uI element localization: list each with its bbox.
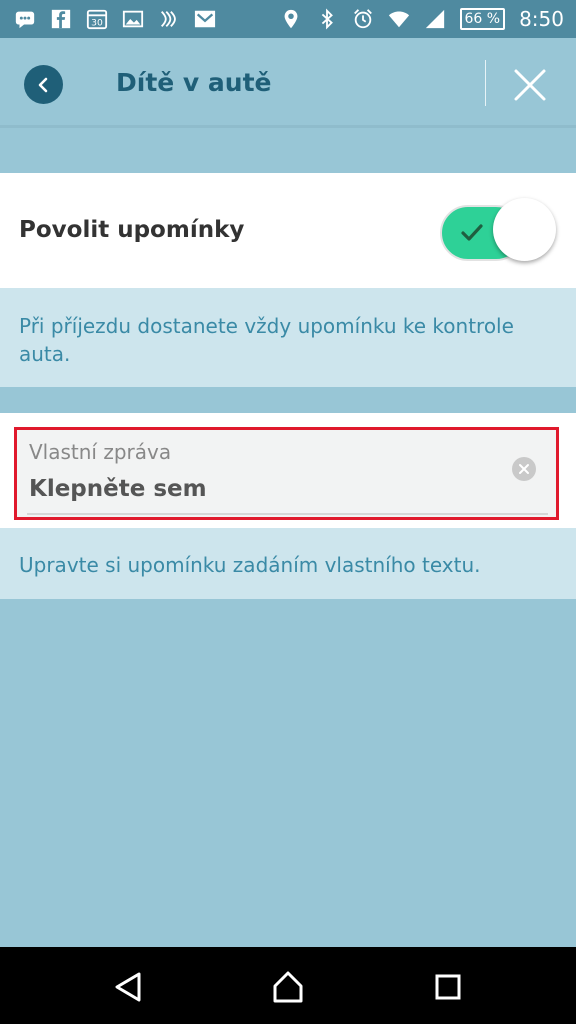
status-bar: 30 66 % 8:50 [0, 0, 576, 38]
custom-message-field[interactable]: Vlastní zpráva Klepněte sem [14, 427, 559, 520]
nav-back-button[interactable] [108, 967, 148, 1007]
location-icon [280, 8, 302, 30]
page-title: Dítě v autě [116, 68, 272, 97]
close-icon [514, 69, 546, 101]
close-button[interactable] [510, 65, 550, 105]
nav-home-button[interactable] [268, 967, 308, 1007]
reminder-toggle-label: Povolit upomínky [19, 217, 245, 243]
facebook-icon [50, 8, 72, 30]
wifi-icon [388, 8, 410, 30]
calendar-day: 30 [91, 17, 103, 28]
signal-icon [424, 8, 446, 30]
section-spacer [0, 387, 576, 413]
section-spacer [0, 131, 576, 173]
calendar-icon: 30 [86, 8, 108, 30]
status-bar-left: 30 [14, 8, 216, 30]
back-triangle-icon [115, 972, 141, 1002]
bluetooth-icon [316, 8, 338, 30]
nav-recents-button[interactable] [428, 967, 468, 1007]
chat-icon [14, 8, 36, 30]
nfc-icon [158, 8, 180, 30]
alarm-icon [352, 8, 374, 30]
clock: 8:50 [519, 7, 564, 31]
check-icon [461, 224, 483, 241]
app-header: Dítě v autě [0, 38, 576, 128]
custom-message-hint: Upravte si upomínku zadáním vlastního te… [0, 528, 576, 599]
status-bar-right: 66 % 8:50 [280, 7, 564, 31]
battery-indicator: 66 % [459, 8, 506, 30]
system-nav-bar [0, 947, 576, 1024]
home-icon [273, 971, 303, 1003]
toggle-knob[interactable] [493, 198, 556, 261]
image-icon [122, 8, 144, 30]
header-divider [485, 60, 486, 106]
back-arrow-icon [38, 77, 47, 92]
clear-icon [519, 464, 529, 474]
custom-message-input[interactable]: Klepněte sem [29, 476, 207, 502]
field-underline [27, 513, 548, 515]
back-button[interactable] [24, 65, 63, 104]
clear-button[interactable] [512, 457, 536, 481]
reminder-hint: Při příjezdu dostanete vždy upomínku ke … [0, 288, 576, 387]
mail-icon [194, 8, 216, 30]
recents-icon [435, 974, 461, 1000]
custom-message-label: Vlastní zpráva [29, 440, 172, 464]
